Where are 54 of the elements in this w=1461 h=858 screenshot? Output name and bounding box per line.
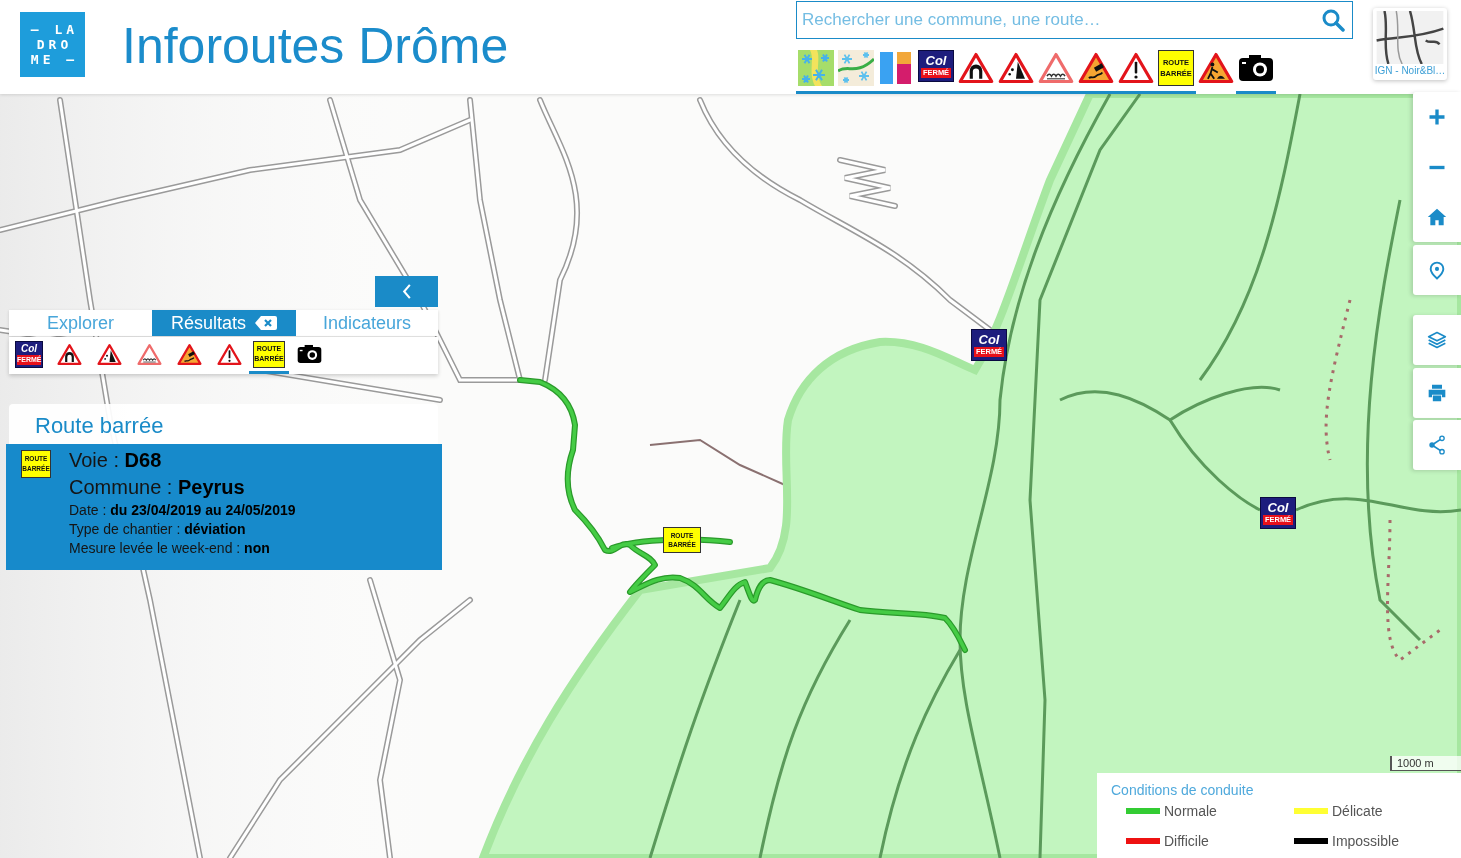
legend-label: Normale: [1164, 802, 1217, 820]
falling-rocks-warning-icon: [998, 50, 1034, 86]
sign-label: Col: [20, 343, 38, 355]
warning-icon: [216, 341, 242, 367]
plus-icon: [1427, 107, 1447, 127]
tunnel-warning-icon: [958, 50, 994, 86]
search-field[interactable]: Rechercher une commune, une route…: [796, 1, 1353, 39]
legend-title: Conditions de conduite: [1111, 781, 1255, 799]
minus-icon: [1427, 164, 1447, 170]
detail-line: Date : du 23/04/2019 au 24/05/2019: [69, 501, 296, 520]
share-icon: [1427, 435, 1447, 455]
sign-label: Col: [978, 332, 1000, 347]
layers-button[interactable]: [1413, 315, 1461, 365]
home-icon: [1427, 207, 1447, 227]
detail-line: Voie : D68: [69, 448, 163, 473]
sign-label: Col: [925, 53, 947, 68]
legend-label: Impossible: [1332, 832, 1399, 850]
slippery-road-warning-icon: [176, 341, 202, 367]
camera-icon: [1238, 54, 1274, 82]
snowflake-route-map-icon: [838, 50, 874, 86]
scale-label: 1000 m: [1397, 756, 1434, 770]
color-bars-icon: [878, 50, 914, 86]
detail-line: Mesure levée le week-end : non: [69, 539, 271, 558]
clear-icon[interactable]: [255, 315, 277, 331]
sign-label: Col: [1267, 500, 1289, 515]
share-button[interactable]: [1413, 420, 1461, 470]
site-title: Inforoutes Drôme: [122, 17, 509, 75]
printer-icon: [1427, 383, 1447, 403]
legend-label: Délicate: [1332, 802, 1383, 820]
uneven-road-warning-icon: [1038, 50, 1074, 86]
map-thumbnail: [1376, 11, 1444, 64]
tab[interactable]: Résultats: [152, 310, 296, 336]
layer-toggle-button[interactable]: [796, 47, 836, 94]
detail-line: Commune : Peyrus: [69, 475, 246, 500]
tunnel-warning-icon: [56, 341, 82, 367]
result-title: Route barrée: [9, 404, 438, 444]
warning-icon: [1118, 50, 1154, 86]
print-button[interactable]: [1413, 368, 1461, 418]
highlighted-route-line[interactable]: [517, 377, 968, 653]
snowflake-map-icon: [798, 50, 834, 86]
locate-button[interactable]: [1413, 245, 1461, 295]
falling-rocks-warning-icon: [96, 341, 122, 367]
chevron-left-icon: [400, 283, 413, 300]
legend-label: Difficile: [1164, 832, 1209, 850]
search-icon[interactable]: [1321, 8, 1345, 32]
detail-line: Type de chantier : déviation: [69, 520, 247, 539]
camera-icon: [296, 344, 322, 364]
uneven-road-warning-icon: [136, 341, 162, 367]
location-pin-icon: [1429, 260, 1445, 280]
roadworks-warning-icon: [1198, 50, 1234, 86]
basemap-caption: IGN - Noir&Bl…: [1374, 65, 1446, 77]
slippery-road-warning-icon: [1078, 50, 1114, 86]
layers-icon: [1427, 330, 1447, 350]
layer-toggle-button[interactable]: [836, 47, 876, 94]
